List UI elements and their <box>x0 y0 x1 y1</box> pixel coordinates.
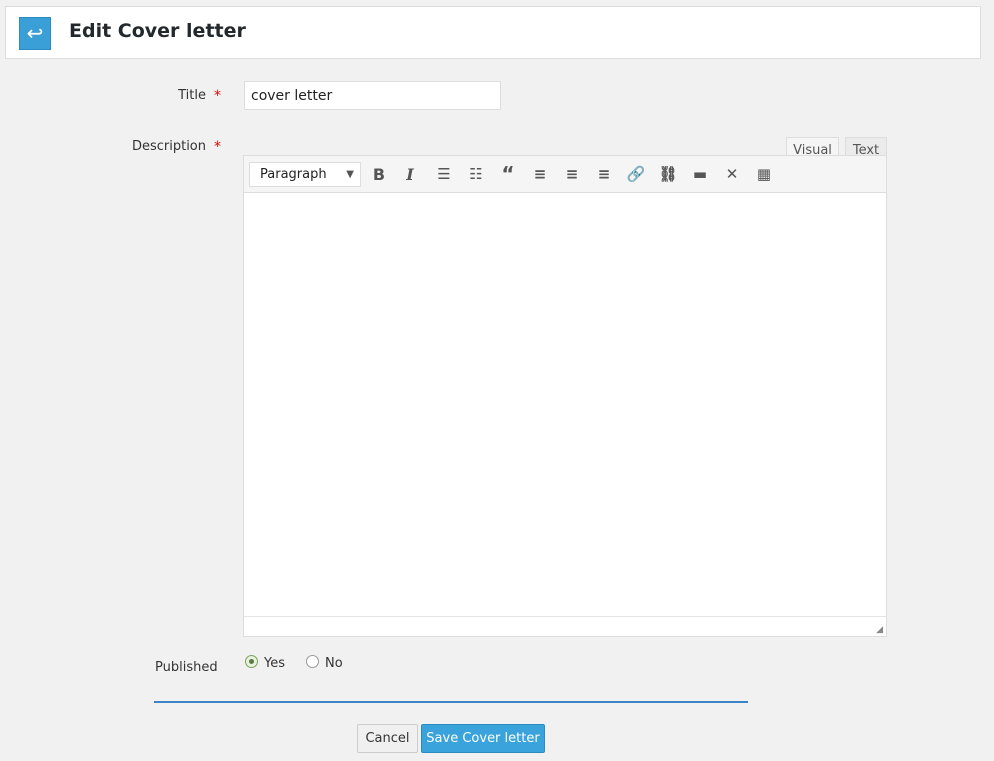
page-title: Edit Cover letter <box>69 20 246 42</box>
fullscreen-icon[interactable]: ✕ <box>719 162 745 187</box>
save-button[interactable]: Save Cover letter <box>421 724 545 753</box>
published-label: Published <box>155 660 218 675</box>
italic-icon[interactable]: I <box>397 162 423 187</box>
align-right-icon[interactable]: ≡ <box>591 162 617 187</box>
resize-handle-icon[interactable]: ◢ <box>876 625 883 635</box>
divider <box>154 701 748 703</box>
numbered-list-icon[interactable]: ☷ <box>463 162 489 187</box>
title-input[interactable] <box>244 81 501 110</box>
cancel-button[interactable]: Cancel <box>357 724 418 753</box>
read-more-icon[interactable]: ▬ <box>687 162 713 187</box>
title-label: Title <box>178 88 206 103</box>
bullet-list-icon[interactable]: ☰ <box>431 162 457 187</box>
published-no-radio[interactable] <box>306 655 319 668</box>
arrow-back-icon: ↩ <box>26 21 44 45</box>
published-yes-radio[interactable] <box>245 655 258 668</box>
blockquote-icon[interactable]: “ <box>495 162 521 187</box>
chevron-down-icon: ▼ <box>346 169 354 180</box>
toolbar-toggle-icon[interactable]: ▦ <box>751 162 777 187</box>
required-mark: * <box>214 88 221 104</box>
description-editor: Paragraph ▼ B I ☰ ☷ “ ≡ ≡ ≡ 🔗 ⛓ ▬ ✕ ▦ ◢ <box>243 155 887 637</box>
back-button[interactable]: ↩ <box>19 17 51 50</box>
editor-content[interactable] <box>244 193 886 617</box>
required-mark: * <box>214 139 221 155</box>
unlink-icon[interactable]: ⛓ <box>655 162 681 187</box>
bold-icon[interactable]: B <box>366 162 392 187</box>
editor-toolbar: Paragraph ▼ B I ☰ ☷ “ ≡ ≡ ≡ 🔗 ⛓ ▬ ✕ ▦ <box>244 156 886 193</box>
description-label: Description <box>131 139 206 154</box>
link-icon[interactable]: 🔗 <box>623 162 649 187</box>
format-select[interactable]: Paragraph ▼ <box>249 162 361 187</box>
format-select-value: Paragraph <box>260 167 327 182</box>
align-center-icon[interactable]: ≡ <box>559 162 585 187</box>
editor-statusbar: ◢ <box>244 616 886 636</box>
align-left-icon[interactable]: ≡ <box>527 162 553 187</box>
published-yes-label[interactable]: Yes <box>264 656 285 671</box>
published-no-label[interactable]: No <box>325 656 343 671</box>
